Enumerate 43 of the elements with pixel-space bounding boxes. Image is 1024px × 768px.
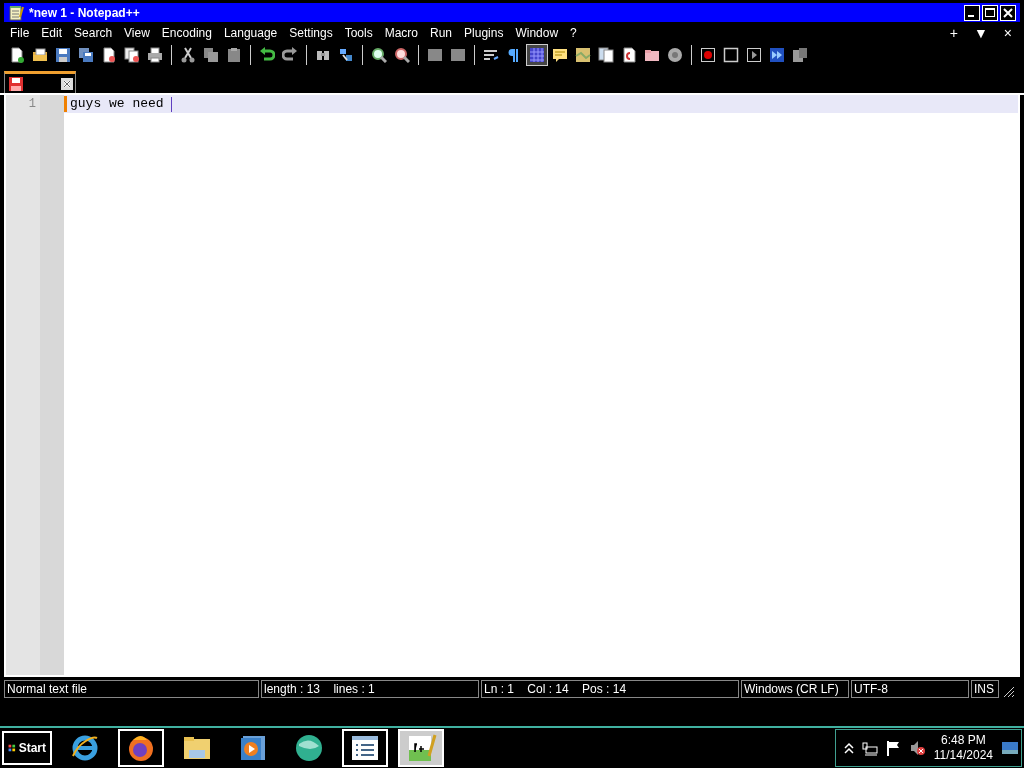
show-desktop-icon[interactable] xyxy=(1001,741,1019,755)
window-title: *new 1 - Notepad++ xyxy=(29,5,141,20)
documents-icon[interactable] xyxy=(595,44,617,66)
close-icon[interactable] xyxy=(1000,4,1016,21)
line-number: 1 xyxy=(27,97,36,111)
chevron-up-icon[interactable] xyxy=(843,742,854,754)
menu-item[interactable]: Run xyxy=(424,26,459,40)
status-field: Normal text file xyxy=(4,680,259,698)
status-field: UTF-8 xyxy=(851,680,969,698)
menu-item[interactable]: Macro xyxy=(378,26,424,40)
menu-item[interactable]: Language xyxy=(217,26,284,40)
notepad-icon xyxy=(8,4,24,21)
start-button[interactable]: Start xyxy=(2,731,52,765)
menu-item[interactable]: Tools xyxy=(338,26,379,40)
menu-item[interactable]: Search xyxy=(68,26,119,40)
menu-item[interactable]: Edit xyxy=(35,26,69,40)
menu-item[interactable]: View xyxy=(118,26,156,40)
notepad-icon[interactable] xyxy=(398,729,444,767)
menu-item[interactable]: Window xyxy=(509,26,565,40)
minimize-icon[interactable] xyxy=(964,4,980,21)
menu-item[interactable]: File xyxy=(4,26,36,40)
network-icon[interactable] xyxy=(861,740,878,756)
status-field: length : 13 lines : 1 xyxy=(261,680,479,698)
menu-button[interactable]: + xyxy=(941,25,966,41)
menu-button[interactable]: ▼ xyxy=(965,25,996,41)
close-icon[interactable] xyxy=(61,77,73,90)
menu-item[interactable]: ? xyxy=(564,26,583,40)
grid-icon[interactable] xyxy=(526,44,548,66)
fox-browser-icon[interactable] xyxy=(118,729,164,767)
status-field: INS xyxy=(971,680,999,698)
list-icon[interactable] xyxy=(342,729,388,767)
flag-icon[interactable] xyxy=(885,740,902,756)
menu-item[interactable]: Encoding xyxy=(155,26,218,40)
text-cursor xyxy=(171,96,173,112)
status-field: Ln : 1 Col : 14 Pos : 14 xyxy=(481,680,739,698)
menu-item[interactable]: Plugins xyxy=(458,26,510,40)
status-field: Windows (CR LF) xyxy=(741,680,849,698)
maximize-icon[interactable] xyxy=(982,4,998,21)
menu-button[interactable]: × xyxy=(995,25,1020,41)
menu-item[interactable]: Settings xyxy=(283,26,339,40)
file-tab[interactable] xyxy=(4,71,76,93)
speaker-muted-icon[interactable] xyxy=(909,740,926,756)
resize-grip-icon[interactable] xyxy=(1001,684,1015,698)
